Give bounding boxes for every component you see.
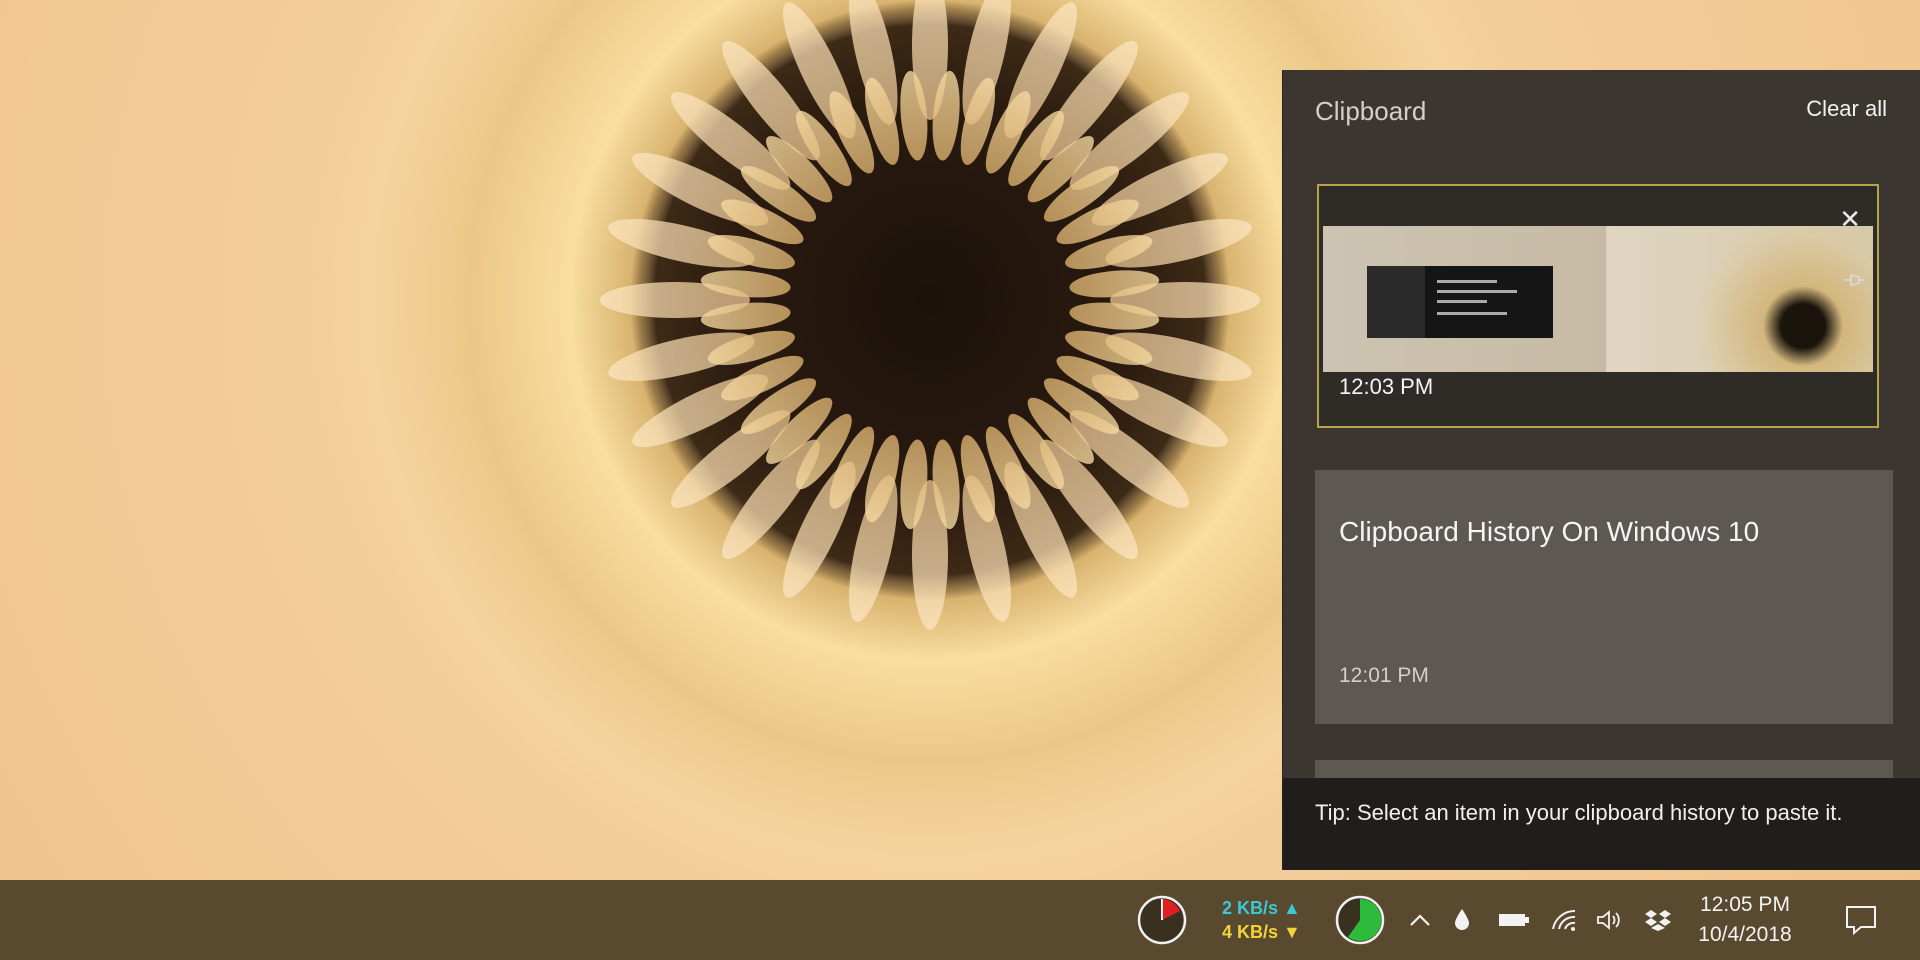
download-speed: 4 KB/s ▼ [1222, 920, 1301, 944]
clear-all-button[interactable]: Clear all [1806, 96, 1887, 122]
clipboard-item-time: 12:03 PM [1339, 374, 1434, 399]
clipboard-item-content: Clipboard History On Windows 10 [1339, 516, 1760, 547]
tip-text: Tip: Select an item in your clipboard hi… [1315, 800, 1843, 825]
thumbnail-window-preview [1367, 266, 1553, 338]
volume-icon[interactable] [1590, 880, 1630, 960]
memory-pie-icon[interactable] [1332, 880, 1388, 960]
clipboard-tip: Tip: Select an item in your clipboard hi… [1283, 778, 1920, 870]
chevron-up-icon[interactable] [1400, 880, 1440, 960]
network-speed[interactable]: 2 KB/s ▲ 4 KB/s ▼ [1222, 880, 1312, 960]
clock-date: 10/4/2018 [1698, 923, 1792, 946]
arrow-up-icon: ▲ [1283, 898, 1301, 918]
clipboard-item-image[interactable]: 12:03 PM ✕ [1317, 184, 1879, 428]
arrow-down-icon: ▼ [1283, 922, 1301, 942]
clock-time: 12:05 PM [1700, 893, 1790, 916]
clipboard-item-time: 12:01 PM [1339, 664, 1429, 687]
upload-speed-value: 2 KB/s [1222, 898, 1279, 918]
clipboard-image-thumbnail [1323, 226, 1873, 372]
droplet-icon[interactable] [1444, 880, 1480, 960]
wifi-icon[interactable] [1544, 880, 1584, 960]
download-speed-value: 4 KB/s [1222, 922, 1279, 942]
clipboard-item-text[interactable]: Clipboard History On Windows 10 12:01 PM [1315, 470, 1893, 724]
taskbar: 2 KB/s ▲ 4 KB/s ▼ 12:05 PM 10/4/2018 [0, 880, 1920, 960]
clipboard-panel: Clipboard Clear all 12:03 PM ✕ Clipboard… [1282, 70, 1920, 870]
battery-icon[interactable] [1494, 880, 1534, 960]
clipboard-title: Clipboard [1315, 96, 1427, 126]
cpu-pie-icon[interactable] [1134, 880, 1190, 960]
dropbox-icon[interactable] [1638, 880, 1678, 960]
clock[interactable]: 12:05 PM 10/4/2018 [1690, 880, 1800, 960]
close-icon[interactable]: ✕ [1839, 206, 1861, 232]
upload-speed: 2 KB/s ▲ [1222, 896, 1301, 920]
action-center-icon[interactable] [1836, 880, 1886, 960]
pin-icon[interactable] [1843, 272, 1865, 293]
